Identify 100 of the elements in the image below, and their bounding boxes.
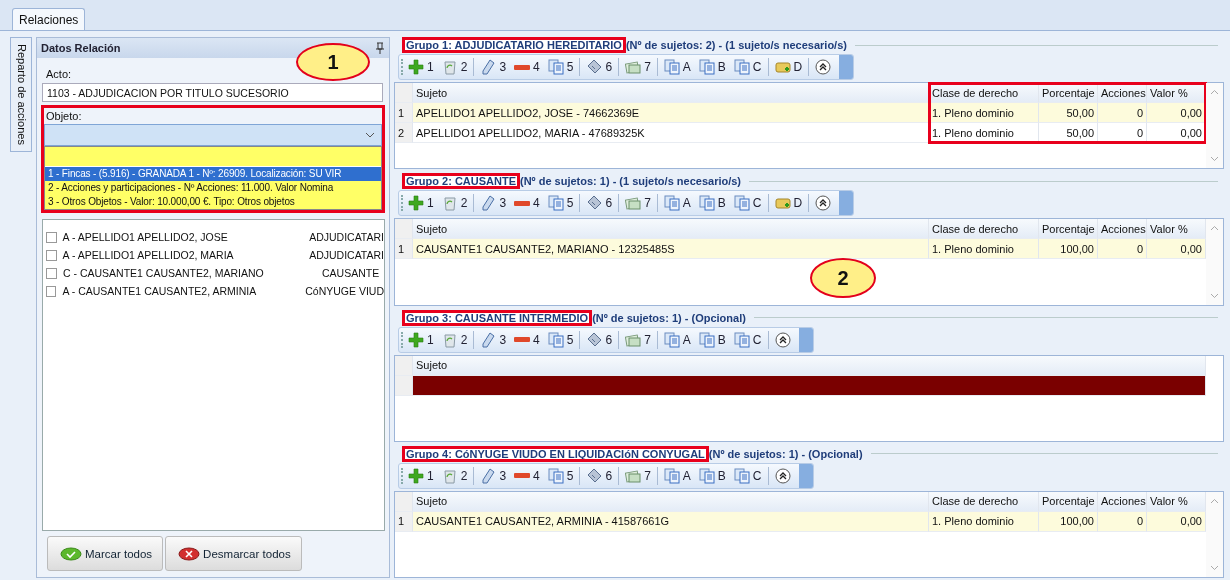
toolbar-button[interactable]: D xyxy=(770,59,807,75)
double-chevron-icon xyxy=(774,331,791,348)
scrollbar[interactable] xyxy=(1206,83,1223,169)
pencil-icon xyxy=(480,331,497,348)
panel-title: Datos Relación xyxy=(41,42,121,54)
toolbar-button[interactable]: 3 xyxy=(476,59,511,75)
toolbar-button[interactable]: 1 xyxy=(404,59,438,75)
toolbar-button[interactable]: B xyxy=(694,195,730,212)
row-number: 1 xyxy=(395,239,413,260)
pencil-icon xyxy=(480,467,497,484)
documents-icon xyxy=(698,59,715,75)
toolbar-button[interactable]: 2 xyxy=(437,331,472,348)
toolbar-button[interactable]: 2 xyxy=(437,195,472,212)
toolbar-button[interactable]: C xyxy=(729,195,766,212)
pencil-icon xyxy=(480,59,497,75)
toolbar-button[interactable]: 1 xyxy=(404,467,438,484)
toolbar-button[interactable]: C xyxy=(729,59,766,75)
toolbar-button[interactable]: 5 xyxy=(543,331,578,348)
corner-cell xyxy=(395,83,413,103)
checkbox[interactable] xyxy=(46,249,57,261)
acto-field[interactable]: 1103 - ADJUDICACION POR TITULO SUCESORIO xyxy=(42,83,383,102)
toolbar-button[interactable]: 2 xyxy=(437,467,472,484)
group-title: Grupo 4: CóNYUGE VIUDO EN LIQUIDACIóN CONYUGAL xyxy=(404,447,707,460)
toolbar-button[interactable]: A xyxy=(659,195,695,212)
toolbar-grip[interactable] xyxy=(401,467,404,484)
toolbar-button[interactable]: 3 xyxy=(476,331,511,348)
table-cell: 100,00 xyxy=(1039,511,1098,532)
table-cell: 1. Pleno dominio xyxy=(929,239,1039,260)
unmark-all-button[interactable]: Desmarcar todos xyxy=(165,536,302,571)
toolbar-button[interactable]: C xyxy=(729,467,766,484)
toolbar-button[interactable]: 4 xyxy=(510,332,544,347)
dropdown-option[interactable]: 2 - Acciones y participaciones - Nº Acciones: 11.000. Valor Nomina xyxy=(45,181,381,195)
mark-all-button[interactable]: Marcar todos xyxy=(47,536,164,571)
corner-cell xyxy=(395,491,413,512)
toolbar-button[interactable]: B xyxy=(694,59,730,75)
minus-icon xyxy=(514,200,531,206)
dropdown-option[interactable]: 3 - Otros Objetos - Valor: 10.000,00 €. Tipo: Otros objetos xyxy=(45,195,381,209)
toolbar-button[interactable]: 7 xyxy=(621,467,655,484)
scrollbar[interactable] xyxy=(1206,491,1223,577)
toolbar-grip[interactable] xyxy=(401,331,404,348)
checkbox[interactable] xyxy=(46,231,57,243)
toolbar-button[interactable]: 6 xyxy=(582,59,617,75)
toolbar-button[interactable]: 3 xyxy=(476,467,511,484)
toolbar-button[interactable]: 7 xyxy=(621,195,655,212)
toolbar-button[interactable]: C xyxy=(729,331,766,348)
toolbar-button[interactable]: 1 xyxy=(404,195,438,212)
checkbox[interactable] xyxy=(46,267,57,279)
toolbar-button[interactable]: 5 xyxy=(543,467,578,484)
table-cell: APELLIDO1 APELLIDO2, MARIA - 47689325K xyxy=(413,123,929,143)
table-cell: 0 xyxy=(1098,123,1147,143)
table-cell: CAUSANTE1 CAUSANTE2, ARMINIA - 41587661G xyxy=(413,511,929,532)
toolbar-button[interactable]: 6 xyxy=(582,331,617,348)
objeto-dropdown[interactable] xyxy=(44,124,382,146)
toolbar-button[interactable]: 4 xyxy=(510,196,544,211)
documents-icon xyxy=(547,331,564,348)
toolbar-button[interactable]: 5 xyxy=(543,59,578,75)
group-subtitle: (Nº de sujetos: 1) - (Opcional) xyxy=(592,311,746,324)
toolbar-button[interactable]: 1 xyxy=(404,331,438,348)
documents-icon xyxy=(698,331,715,348)
toolbar-button[interactable]: B xyxy=(694,467,730,484)
table-cell: 50,00 xyxy=(1039,123,1098,143)
selected-row[interactable] xyxy=(413,375,1206,396)
toolbar-grip[interactable] xyxy=(401,195,404,212)
toolbar-button[interactable]: 4 xyxy=(510,468,544,483)
table-cell: 1. Pleno dominio xyxy=(929,103,1039,123)
banknotes-icon xyxy=(625,195,642,212)
column-header[interactable]: Acciones xyxy=(1098,491,1147,512)
documents-icon xyxy=(698,467,715,484)
scrollbar[interactable] xyxy=(1206,219,1223,305)
toolbar-grip[interactable] xyxy=(401,59,404,75)
toolbar-button[interactable]: 6 xyxy=(582,195,617,212)
toolbar-button[interactable]: D xyxy=(770,195,807,212)
toolbar-button[interactable]: B xyxy=(694,331,730,348)
chevron-up-icon xyxy=(1210,497,1219,504)
toolbar-button[interactable]: 7 xyxy=(621,59,655,75)
documents-icon xyxy=(663,467,680,484)
chevron-down-icon xyxy=(1210,292,1219,299)
toolbar-button[interactable]: 5 xyxy=(543,195,578,212)
toolbar-button[interactable]: A xyxy=(659,331,695,348)
column-header[interactable]: Sujeto xyxy=(413,491,929,512)
toolbar-button[interactable]: A xyxy=(659,59,695,75)
corner-cell xyxy=(395,355,413,376)
subject-name: C - CAUSANTE1 CAUSANTE2, MARIANO xyxy=(63,267,265,279)
toolbar-button[interactable]: 4 xyxy=(510,60,544,74)
checkbox[interactable] xyxy=(46,285,57,297)
tab[interactable]: Relaciones xyxy=(12,8,86,30)
documents-icon xyxy=(733,59,750,75)
column-header[interactable]: Porcentaje xyxy=(1039,491,1098,512)
toolbar-button[interactable]: 2 xyxy=(437,59,472,75)
cross-icon xyxy=(178,546,201,561)
dropdown-option[interactable]: 1 - Fincas - (5.916) - GRANADA 1 - Nº: 26909. Localización: SU VIR xyxy=(45,167,381,181)
chevron-up-icon xyxy=(1210,89,1219,95)
minus-icon xyxy=(514,337,531,342)
toolbar-button[interactable]: 3 xyxy=(476,195,511,212)
column-header[interactable]: Clase de derecho xyxy=(929,491,1039,512)
toolbar-button[interactable]: 6 xyxy=(582,467,617,484)
toolbar-button[interactable]: A xyxy=(659,467,695,484)
group-title: Grupo 1: ADJUDICATARIO HEREDITARIO xyxy=(404,39,624,51)
toolbar-button[interactable]: 7 xyxy=(621,331,655,348)
side-tab[interactable]: Reparto de acciones xyxy=(10,37,32,152)
